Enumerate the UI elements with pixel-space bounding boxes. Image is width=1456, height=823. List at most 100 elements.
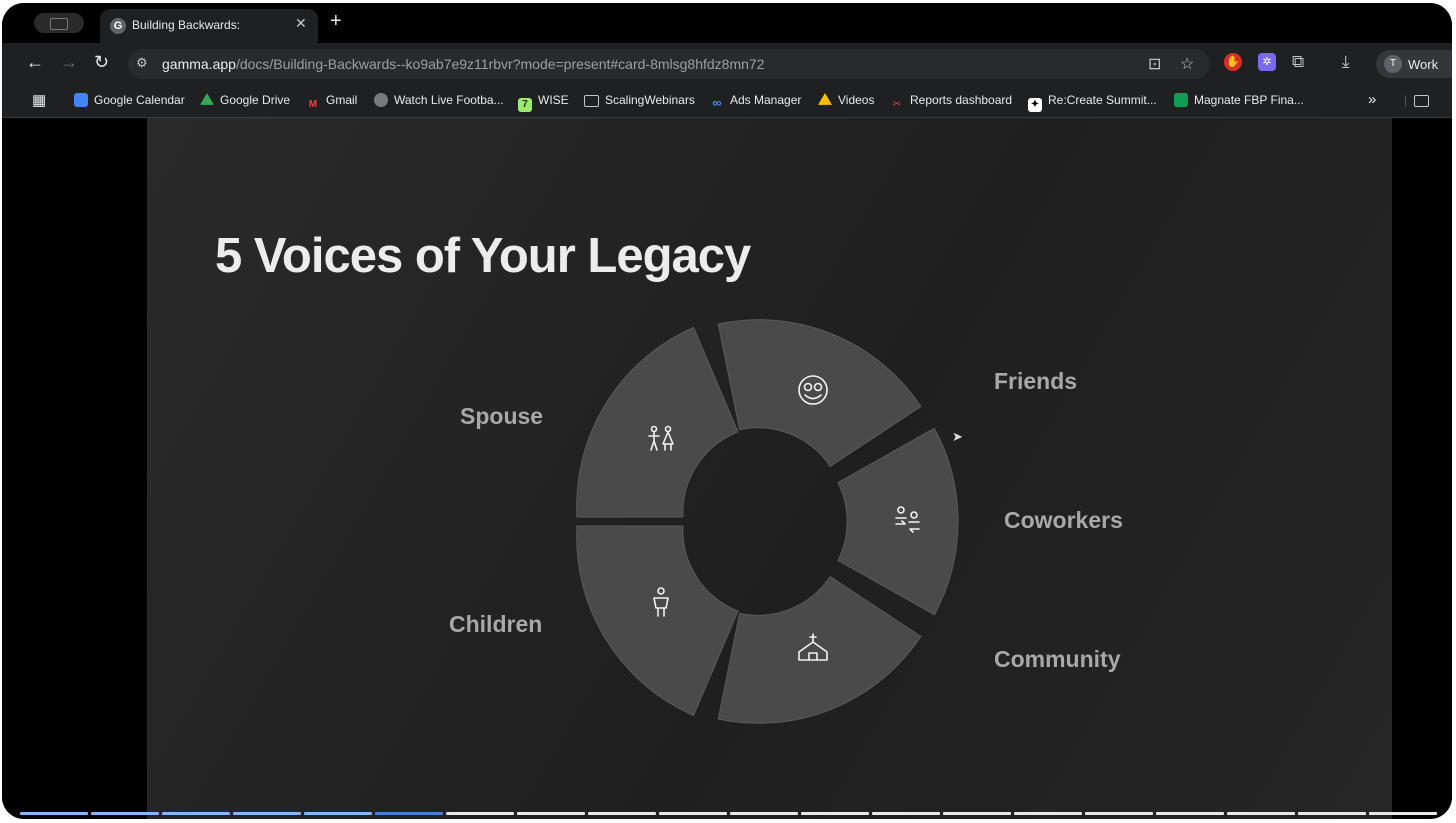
site-settings-icon[interactable]: ⚙ [136,55,148,71]
segment-children [576,525,739,717]
forward-arrow-icon[interactable]: → [60,52,78,73]
bookmark-scalingwebinars[interactable]: ScalingWebinars [584,93,695,107]
progress-segment[interactable] [233,812,301,815]
bookmark-wise[interactable]: 7 WISE [518,93,569,112]
browser-window: G Building Backwards: ✕ + ← → ↻ ⚙ gamma.… [2,3,1452,819]
page-content: 5 Voices of Your Legacy Spouse Friends C… [2,118,1452,819]
downloads-icon[interactable]: ⤓ [1342,52,1350,72]
voices-donut-diagram [576,319,959,724]
other-bookmarks-folder-icon[interactable] [1414,93,1435,107]
wise-icon: 7 [518,98,532,112]
progress-segment[interactable] [375,812,443,815]
progress-segment[interactable] [801,812,869,815]
progress-segment[interactable] [304,812,372,815]
url-path: /docs/Building-Backwards--ko9ab7e9z11rbv… [235,56,765,72]
bookmarks-divider: | [1404,93,1408,107]
progress-segment[interactable] [943,812,1011,815]
profile-label: Work [1408,57,1439,72]
presentation-slide: 5 Voices of Your Legacy Spouse Friends C… [147,118,1392,819]
progress-segment[interactable] [872,812,940,815]
bookmark-gmail[interactable]: M Gmail [306,93,358,112]
back-arrow-icon[interactable]: ← [26,52,44,73]
bookmark-label: Watch Live Footba... [394,93,504,107]
folder-icon [584,95,599,107]
avatar: T [1384,55,1402,73]
recreate-icon: ✦ [1028,98,1042,112]
bookmark-label: Re:Create Summit... [1048,93,1157,107]
bookmark-label: Reports dashboard [910,93,1013,107]
extension-settings-icon[interactable]: ✲ [1258,53,1276,71]
progress-segment[interactable] [446,812,514,815]
bookmark-label: Gmail [326,93,358,107]
bookmark-label: Google Drive [220,93,291,107]
address-bar[interactable]: ⚙ gamma.app/docs/Building-Backwards--ko9… [128,49,1210,79]
progress-segment[interactable] [659,812,727,815]
segment-coworkers [837,427,959,616]
drive-icon [818,93,832,105]
extensions-puzzle-icon[interactable]: ⧉ [1292,52,1304,72]
bookmark-label: ScalingWebinars [605,93,695,107]
progress-segment[interactable] [20,812,88,815]
bookmark-label: WISE [538,93,569,107]
calendar-icon [74,93,88,107]
progress-segment[interactable] [162,812,230,815]
reports-icon: ✂ [892,99,902,110]
label-spouse: Spouse [460,403,544,429]
label-community: Community [994,646,1121,672]
label-friends: Friends [994,368,1078,394]
bookmark-recreate-summit[interactable]: ✦ Re:Create Summit... [1028,93,1157,112]
apps-grid-icon[interactable]: ▦ [32,91,46,109]
progress-segment[interactable] [1369,812,1437,815]
install-app-icon[interactable]: ⊡ [1148,54,1161,74]
bookmark-label: Google Calendar [94,93,185,107]
reload-icon[interactable]: ↻ [94,52,109,73]
profile-button[interactable]: T Work [1376,50,1452,78]
bookmark-magnate-fbp[interactable]: Magnate FBP Fina... [1174,93,1304,107]
bookmark-google-calendar[interactable]: Google Calendar [74,93,185,107]
tab-search-button[interactable] [34,13,84,33]
active-tab[interactable]: G Building Backwards: ✕ [100,9,318,43]
progress-segment[interactable] [1156,812,1224,815]
tab-title: Building Backwards: [132,18,241,32]
presentation-progress-bar[interactable] [20,812,1440,816]
bookmarks-bar: ▦ Google Calendar Google Drive M Gmail Wa… [2,85,1452,118]
bookmark-star-icon[interactable]: ☆ [1180,54,1194,74]
browser-toolbar: ← → ↻ ⚙ gamma.app/docs/Building-Backward… [2,43,1452,85]
extension-stop-icon[interactable]: ✋ [1224,53,1242,71]
progress-segment[interactable] [1227,812,1295,815]
bookmark-google-drive[interactable]: Google Drive [200,93,290,107]
url-host: gamma.app [162,56,236,72]
meta-icon: ∞ [712,95,722,110]
label-children: Children [449,611,543,637]
tab-strip: G Building Backwards: ✕ + [2,3,1452,43]
progress-segment[interactable] [1298,812,1366,815]
progress-segment[interactable] [517,812,585,815]
bookmark-ads-manager[interactable]: ∞ Ads Manager [710,93,801,110]
more-bookmarks-chevron-icon[interactable]: » [1368,91,1376,108]
football-icon [374,93,388,107]
bookmark-label: Videos [838,93,875,107]
segment-spouse [576,326,739,518]
progress-segment[interactable] [588,812,656,815]
label-coworkers: Coworkers [1004,507,1123,533]
bookmark-reports-dashboard[interactable]: ✂ Reports dashboard [890,93,1012,112]
progress-segment[interactable] [1085,812,1153,815]
bookmark-label: Magnate FBP Fina... [1194,93,1304,107]
bookmark-videos[interactable]: Videos [818,93,874,107]
segment-community [717,575,922,724]
url-text[interactable]: gamma.app/docs/Building-Backwards--ko9ab… [162,56,764,72]
gamma-favicon-icon: G [110,18,126,34]
segment-friends [717,319,922,468]
mouse-cursor-icon: ➤ [952,429,963,444]
new-tab-button[interactable]: + [330,10,342,33]
bookmark-label: Ads Manager [730,93,802,107]
progress-segment[interactable] [1014,812,1082,815]
bookmark-watch-live-football[interactable]: Watch Live Footba... [374,93,504,107]
window-icon [50,18,68,30]
progress-segment[interactable] [91,812,159,815]
gmail-icon: M [308,99,318,110]
close-tab-icon[interactable]: ✕ [295,15,307,32]
sheets-icon [1174,93,1188,107]
drive-icon [200,93,214,105]
progress-segment[interactable] [730,812,798,815]
